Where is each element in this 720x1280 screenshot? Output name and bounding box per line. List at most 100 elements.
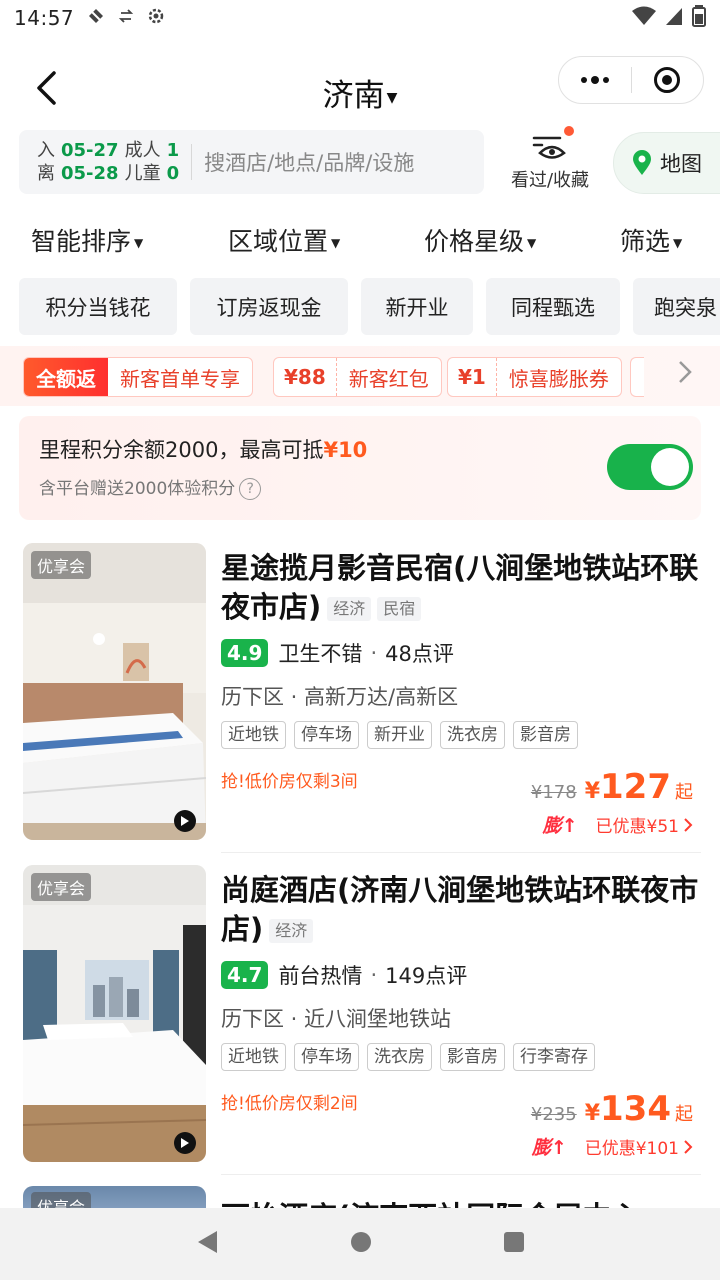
date-guest-selector[interactable]: 入 05-27 成人 1 离 05-28 儿童 0 — [19, 139, 185, 185]
current-price: 134 — [600, 1089, 671, 1129]
price-block: ¥235 ¥ 134 起 — [531, 1089, 693, 1129]
more-button[interactable] — [559, 57, 631, 103]
search-input[interactable]: 搜酒店/地点/品牌/设施 — [204, 147, 414, 177]
map-pin-icon — [633, 150, 651, 175]
sort-smart[interactable]: 智能排序 ▼ — [31, 222, 143, 258]
currency-symbol: ¥ — [584, 1101, 601, 1126]
hotel-photo[interactable]: 优享会 — [23, 543, 206, 840]
map-label: 地图 — [660, 152, 702, 176]
history-favorites-button[interactable]: 看过/收藏 — [504, 126, 596, 192]
facility-tag: 影音房 — [513, 721, 578, 749]
facility-tag: 洗衣房 — [440, 721, 505, 749]
chevron-right-icon — [684, 817, 693, 832]
search-row: 入 05-27 成人 1 离 05-28 儿童 0 搜酒店/地点/品牌/设施 看过/收藏 地… — [0, 126, 720, 196]
sort-smart-label: 智能排序 — [31, 227, 132, 256]
coupon-amount: ¥1 — [448, 358, 497, 396]
facility-tag: 近地铁 — [221, 721, 286, 749]
map-button[interactable]: 地图 — [613, 132, 720, 194]
settings-gear-icon — [146, 6, 166, 31]
play-icon[interactable] — [174, 1132, 196, 1154]
price-suffix: 起 — [675, 782, 693, 803]
facility-list: 近地铁 停车场 新开业 洗衣房 影音房 — [221, 721, 578, 749]
discount-text: 已优惠¥101 — [584, 1139, 679, 1159]
hotel-rating: 4.7 前台热情 · 149点评 — [221, 960, 467, 990]
current-price: 127 — [600, 767, 671, 807]
facility-tag: 新开业 — [367, 721, 432, 749]
sort-filter[interactable]: 筛选 ▼ — [620, 222, 682, 258]
urgency-text: 抢!低价房仅剩3间 — [221, 772, 358, 792]
coupon-partial — [630, 357, 644, 397]
child-count: 0 — [166, 163, 180, 184]
coupon-expand[interactable]: ¥1 惊喜膨胀券 — [447, 357, 622, 397]
system-back-button[interactable] — [195, 1229, 219, 1259]
facility-tag: 停车场 — [294, 721, 359, 749]
mini-program-capsule — [558, 56, 704, 104]
caret-down-icon: ▼ — [331, 236, 341, 250]
caret-down-icon: ▼ — [673, 236, 683, 250]
hotel-name[interactable]: 尚庭酒店(济南八涧堡地铁站环联夜市店) 经济 — [221, 871, 701, 949]
coupon-red-packet[interactable]: ¥88 新客红包 — [273, 357, 442, 397]
child-label: 儿童 — [124, 163, 161, 184]
chevron-right-icon — [684, 1139, 693, 1154]
discount-info[interactable]: 膨↑ 已优惠¥51 — [543, 811, 693, 838]
rating-comment: 卫生不错 — [278, 642, 363, 666]
hotel-photo[interactable]: 优享会 — [23, 865, 206, 1162]
data-transfer-icon — [118, 8, 134, 29]
search-box[interactable]: 入 05-27 成人 1 离 05-28 儿童 0 搜酒店/地点/品牌/设施 — [19, 130, 484, 194]
checkin-label: 入 — [37, 140, 55, 161]
facility-list: 近地铁 停车场 洗衣房 影音房 行李寄存 — [221, 1043, 595, 1071]
review-count: 149点评 — [385, 964, 468, 988]
eye-icon — [532, 136, 566, 159]
hotel-card[interactable]: 优享会 星途揽月影音民宿(八涧堡地铁站环联夜市店) 经济 民宿 4.9 卫生不错 ·… — [0, 543, 720, 853]
question-icon[interactable]: ? — [239, 478, 262, 500]
points-deduct-amount: ¥10 — [323, 438, 368, 462]
price-suffix: 起 — [675, 1104, 693, 1125]
review-count: 48点评 — [385, 642, 454, 666]
chevron-right-icon[interactable] — [678, 360, 692, 390]
caret-down-icon: ▼ — [386, 89, 398, 106]
facility-tag: 近地铁 — [221, 1043, 286, 1071]
filter-chip[interactable]: 同程甄选 — [486, 278, 620, 335]
filter-chip[interactable]: 新开业 — [361, 278, 473, 335]
currency-symbol: ¥ — [584, 779, 601, 804]
discount-info[interactable]: 膨↑ 已优惠¥101 — [532, 1133, 693, 1160]
price-block: ¥178 ¥ 127 起 — [531, 767, 693, 807]
triangle-back-icon — [198, 1231, 217, 1253]
rating-score: 4.9 — [221, 639, 269, 667]
battery-icon — [692, 4, 706, 32]
points-bonus-text: 含平台赠送2000体验积分? — [39, 474, 262, 500]
nav-bar: 济南 ▼ — [0, 52, 720, 124]
system-home-button[interactable] — [349, 1230, 373, 1258]
adult-label: 成人 — [124, 140, 161, 161]
points-toggle[interactable] — [607, 444, 693, 490]
caret-down-icon: ▼ — [527, 236, 537, 250]
filter-chip[interactable]: 积分当钱花 — [19, 278, 177, 335]
sort-area-label: 区域位置 — [228, 227, 329, 256]
sort-bar: 智能排序 ▼ 区域位置 ▼ 价格星级 ▼ 筛选 ▼ — [0, 216, 720, 264]
promo-bar: 全额返 新客首单专享 ¥88 新客红包 ¥1 惊喜膨胀券 — [0, 346, 720, 406]
checkout-label: 离 — [37, 163, 55, 184]
coupon-text: 新客红包 — [348, 366, 429, 391]
square-recents-icon — [504, 1232, 524, 1252]
hotel-name[interactable]: 星途揽月影音民宿(八涧堡地铁站环联夜市店) 经济 民宿 — [221, 549, 701, 627]
cell-signal-icon — [664, 6, 684, 31]
play-icon[interactable] — [174, 810, 196, 832]
system-nav-bar — [0, 1208, 720, 1280]
sort-price-star[interactable]: 价格星级 ▼ — [424, 222, 536, 258]
points-balance-text: 里程积分余额2000，最高可抵¥10 — [39, 438, 368, 462]
hotel-location: 历下区 · 近八涧堡地铁站 — [221, 1007, 452, 1031]
hotel-card-partial[interactable]: 优享会 丽怡酒店(济南西站国际会展中心 — [0, 1186, 720, 1210]
close-target-button[interactable] — [632, 57, 704, 103]
facility-tag: 洗衣房 — [367, 1043, 432, 1071]
coupon-first-order[interactable]: 全额返 新客首单专享 — [23, 357, 253, 397]
circle-home-icon — [351, 1232, 371, 1252]
rating-score: 4.7 — [221, 961, 269, 989]
filter-chip[interactable]: 订房返现金 — [190, 278, 348, 335]
notification-dot — [564, 126, 574, 136]
filter-chip[interactable]: 跑突泉 — [633, 278, 720, 335]
system-recents-button[interactable] — [503, 1231, 525, 1257]
hotel-card[interactable]: 优享会 尚庭酒店(济南八涧堡地铁站环联夜市店) 经济 4.7 前台热情 · 149… — [0, 865, 720, 1175]
urgency-text: 抢!低价房仅剩2间 — [221, 1094, 358, 1114]
vip-badge: 优享会 — [31, 551, 92, 579]
sort-area[interactable]: 区域位置 ▼ — [228, 222, 340, 258]
